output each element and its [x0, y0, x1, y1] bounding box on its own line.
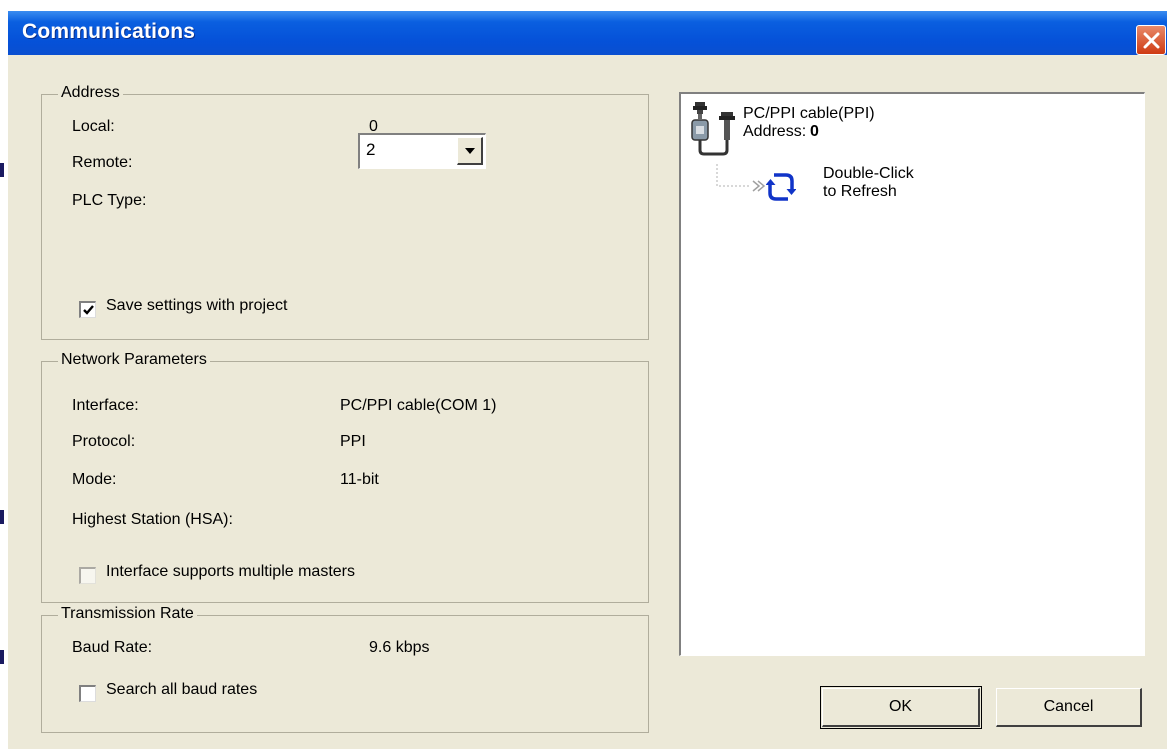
cable-name[interactable]: PC/PPI cable(PPI) [743, 105, 875, 123]
cable-connector-icon [691, 102, 735, 156]
network-tree-view[interactable]: PC/PPI cable(PPI) Address: 0 Double-Clic… [679, 92, 1145, 656]
plc-type-label: PLC Type: [72, 192, 147, 209]
save-settings-label[interactable]: Save settings with project [106, 297, 287, 315]
checkmark-icon [83, 305, 94, 315]
refresh-line-2[interactable]: to Refresh [823, 183, 897, 201]
ok-button[interactable]: OK [822, 688, 980, 727]
multi-master-checkbox[interactable] [79, 567, 96, 584]
remote-label: Remote: [72, 154, 133, 171]
refresh-line-1[interactable]: Double-Click [823, 165, 914, 183]
left-edge-mark [0, 650, 4, 664]
cable-address-value: 0 [810, 123, 819, 140]
left-edge-mark [0, 163, 4, 177]
cable-address-label: Address: [743, 123, 807, 140]
search-baud-checkbox[interactable] [79, 685, 96, 702]
protocol-value: PPI [340, 433, 366, 450]
communications-dialog: Communications Address Local: 0 Remote: … [8, 11, 1167, 749]
interface-value: PC/PPI cable(COM 1) [340, 397, 497, 414]
title-bar[interactable]: Communications [8, 11, 1167, 55]
window-title: Communications [22, 20, 196, 43]
multi-master-label[interactable]: Interface supports multiple masters [106, 563, 355, 581]
left-edge-mark [0, 510, 4, 524]
dropdown-arrow-icon [465, 148, 475, 154]
search-baud-label[interactable]: Search all baud rates [106, 681, 257, 699]
save-settings-checkbox[interactable] [79, 301, 96, 318]
transmission-rate-title: Transmission Rate [58, 605, 197, 623]
local-label: Local: [72, 118, 115, 135]
baud-rate-label: Baud Rate: [72, 639, 153, 656]
baud-rate-value: 9.6 kbps [369, 639, 430, 656]
tree-connector-line [716, 164, 766, 192]
address-group-title: Address [58, 84, 123, 102]
interface-label: Interface: [72, 397, 139, 414]
mode-value: 11-bit [340, 471, 379, 488]
remote-address-select[interactable]: 2 [358, 133, 486, 169]
hsa-label: Highest Station (HSA): [72, 511, 233, 528]
cancel-button[interactable]: Cancel [996, 688, 1142, 727]
transmission-rate-group [41, 615, 649, 733]
close-button[interactable] [1136, 25, 1166, 55]
remote-dropdown-button[interactable] [457, 137, 483, 165]
protocol-label: Protocol: [72, 433, 136, 450]
refresh-icon[interactable] [766, 172, 796, 202]
remote-address-value: 2 [366, 140, 376, 159]
network-parameters-title: Network Parameters [58, 351, 210, 369]
close-icon [1143, 32, 1160, 49]
mode-label: Mode: [72, 471, 117, 488]
